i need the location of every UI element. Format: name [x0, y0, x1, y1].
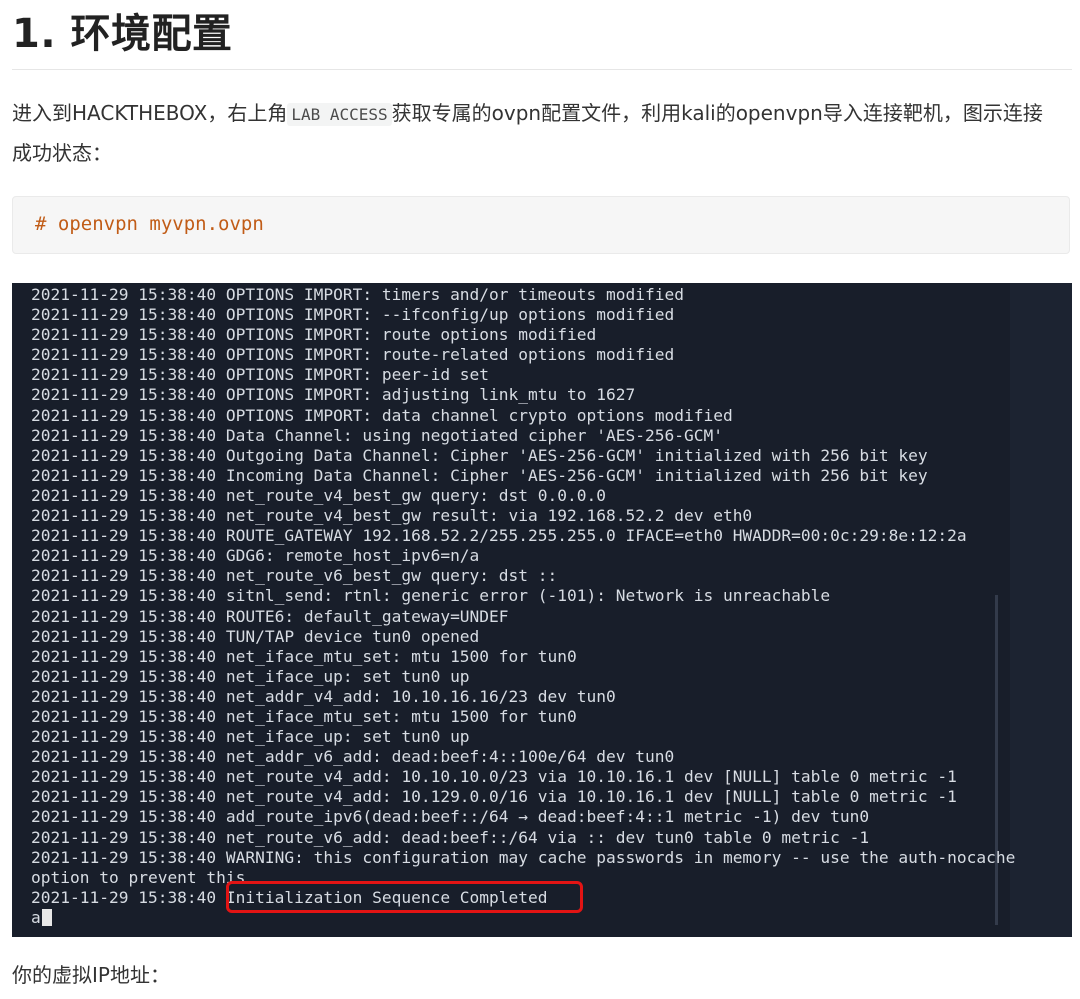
intro-text-before: 进入到HACKTHEBOX，右上角: [12, 101, 288, 125]
terminal-line: 2021-11-29 15:38:40 WARNING: this config…: [31, 847, 1016, 867]
terminal-line: 2021-11-29 15:38:40 net_iface_up: set tu…: [31, 727, 470, 747]
terminal-line: 2021-11-29 15:38:40 net_route_v4_add: 10…: [31, 787, 957, 807]
terminal-line: 2021-11-29 15:38:40 net_route_v6_best_gw…: [31, 566, 558, 586]
openvpn-command: # openvpn myvpn.ovpn: [35, 213, 264, 235]
terminal-cursor: [41, 909, 52, 927]
terminal-line: 2021-11-29 15:38:40 Incoming Data Channe…: [31, 465, 928, 485]
terminal-line: 2021-11-29 15:38:40 ROUTE_GATEWAY 192.16…: [31, 526, 967, 546]
terminal-line: 2021-11-29 15:38:40 OPTIONS IMPORT: peer…: [31, 365, 490, 385]
heading-divider: [12, 69, 1072, 70]
intro-paragraph: 进入到HACKTHEBOX，右上角 LAB ACCESS 获取专属的ovpn配置文件…: [12, 94, 1062, 172]
terminal-line: 2021-11-29 15:38:40 Outgoing Data Channe…: [31, 445, 928, 465]
terminal-line: 2021-11-29 15:38:40 net_iface_up: set tu…: [31, 666, 470, 686]
terminal-line: 2021-11-29 15:38:40 net_route_v4_best_gw…: [31, 485, 606, 505]
terminal-line: 2021-11-29 15:38:40 GDG6: remote_host_ip…: [31, 546, 480, 566]
terminal-screenshot: 2021-11-29 15:38:40 OPTIONS IMPORT: time…: [12, 283, 1072, 937]
terminal-line: 2021-11-29 15:38:40 net_route_v4_add: 10…: [31, 767, 957, 787]
terminal-line: 2021-11-29 15:38:40 OPTIONS IMPORT: rout…: [31, 345, 675, 365]
success-highlight-box: [226, 881, 583, 913]
terminal-prompt-text: a: [31, 907, 41, 927]
virtual-ip-label: 你的虚拟IP地址：: [12, 963, 170, 987]
terminal-line: 2021-11-29 15:38:40 OPTIONS IMPORT: rout…: [31, 325, 597, 345]
terminal-line: 2021-11-29 15:38:40 net_route_v6_add: de…: [31, 827, 870, 847]
terminal-line: 2021-11-29 15:38:40 net_iface_mtu_set: m…: [31, 646, 577, 666]
terminal-line: 2021-11-29 15:38:40 OPTIONS IMPORT: data…: [31, 405, 733, 425]
terminal-line: 2021-11-29 15:38:40 Data Channel: using …: [31, 425, 723, 445]
terminal-line: 2021-11-29 15:38:40 net_route_v4_best_gw…: [31, 506, 753, 526]
terminal-line: 2021-11-29 15:38:40 sitnl_send: rtnl: ge…: [31, 586, 831, 606]
terminal-line: 2021-11-29 15:38:40 add_route_ipv6(dead:…: [31, 807, 870, 827]
terminal-output: 2021-11-29 15:38:40 OPTIONS IMPORT: time…: [31, 285, 1062, 928]
terminal-line: 2021-11-29 15:38:40 OPTIONS IMPORT: time…: [31, 285, 684, 304]
terminal-line: 2021-11-29 15:38:40 OPTIONS IMPORT: adju…: [31, 385, 636, 405]
terminal-line: 2021-11-29 15:38:40 TUN/TAP device tun0 …: [31, 626, 480, 646]
command-code-block: # openvpn myvpn.ovpn: [12, 196, 1070, 254]
terminal-line: 2021-11-29 15:38:40 net_iface_mtu_set: m…: [31, 706, 577, 726]
terminal-line: 2021-11-29 15:38:40 net_addr_v4_add: 10.…: [31, 686, 616, 706]
terminal-line: 2021-11-29 15:38:40 net_addr_v6_add: dea…: [31, 747, 675, 767]
lab-access-inline-code: LAB ACCESS: [287, 103, 392, 126]
terminal-line: 2021-11-29 15:38:40 ROUTE6: default_gate…: [31, 606, 509, 626]
section-heading: 1. 环境配置: [12, 11, 233, 57]
terminal-line: 2021-11-29 15:38:40 OPTIONS IMPORT: --if…: [31, 305, 675, 325]
